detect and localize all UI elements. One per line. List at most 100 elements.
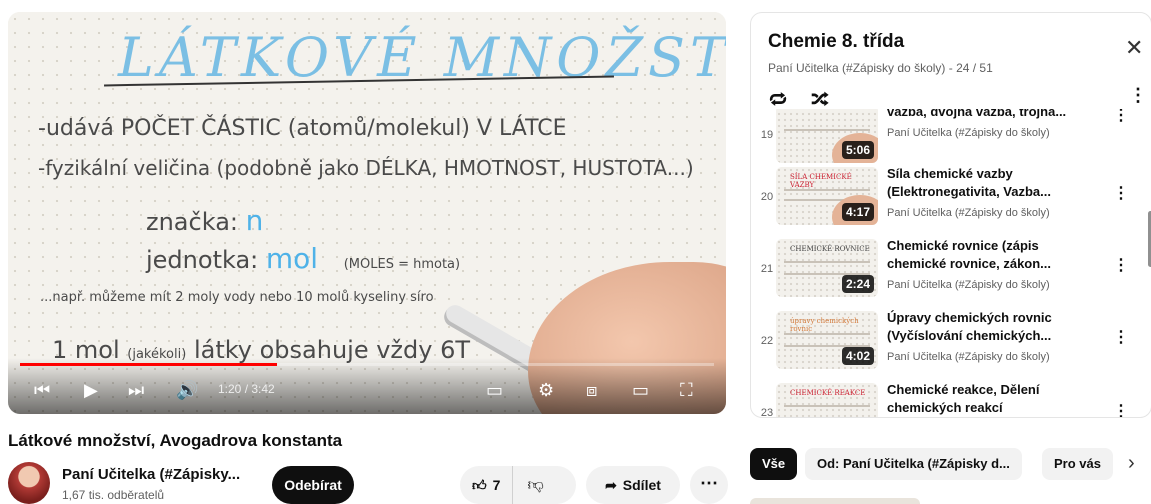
playlist-item[interactable]: 20 SÍLA CHEMICKÉ VAZBY 4:17 Síla chemick… <box>751 163 1151 235</box>
playlist-item-thumbnail[interactable]: úpravy chemických rovnic 4:02 <box>776 311 878 369</box>
board-label: značka: <box>146 208 238 236</box>
playlist-item-index: 22 <box>760 335 774 347</box>
dislike-button[interactable]: 👎︎ <box>513 476 557 495</box>
thumb-line <box>784 405 870 407</box>
playlist-item-title-line: Síla chemické vazby <box>887 166 1013 181</box>
playlist-menu-icon[interactable]: ⋮ <box>1129 85 1147 106</box>
playlist-item-channel[interactable]: Paní Učitelka (#Zápisky do školy) <box>887 207 1050 219</box>
more-vertical-icon[interactable]: ⋮ <box>1113 109 1129 125</box>
thumb-heading: CHEMICKÉ REAKCE <box>790 389 866 397</box>
playlist-item-title-line: chemické rovnice, zákon... <box>887 256 1052 271</box>
close-icon[interactable]: ✕ <box>1125 35 1143 61</box>
volume-icon[interactable]: 🔊 <box>176 379 198 401</box>
playlist-item-title[interactable]: vazba, dvojná vazba, trojná... <box>887 109 1107 121</box>
board-label: jednotka: <box>146 246 259 274</box>
playlist-item-title-line: (Vyčíslování chemických... <box>887 328 1052 343</box>
chip-all[interactable]: Vše <box>750 448 798 480</box>
previous-icon[interactable]: ⏮ <box>34 379 50 401</box>
next-icon[interactable]: ⏭ <box>128 379 144 401</box>
playlist-item[interactable]: 21 CHEMICKÉ ROVNICE 2:24 Chemické rovnic… <box>751 235 1151 307</box>
thumb-heading: úpravy chemických rovnic <box>790 317 859 333</box>
playlist-item-channel[interactable]: Paní Učitelka (#Zápisky do školy) <box>887 127 1050 139</box>
progress-fill <box>20 363 277 366</box>
playlist-item-title-line: Úpravy chemických rovnic <box>887 310 1052 325</box>
playlist-item-title-line: Chemické rovnice (zápis <box>887 238 1039 253</box>
playlist-item-index: 19 <box>760 129 774 141</box>
share-label: Sdílet <box>622 477 661 493</box>
more-vertical-icon[interactable]: ⋮ <box>1113 255 1129 275</box>
thumb-heading: SÍLA CHEMICKÉ VAZBY <box>790 173 852 189</box>
like-button[interactable]: 👍︎ 7 <box>460 466 514 504</box>
subtitles-icon[interactable]: ▭ <box>486 379 503 401</box>
playlist-item-channel[interactable]: Paní Učitelka (#Zápisky do školy) <box>887 279 1050 291</box>
playlist-item-thumbnail[interactable]: CHEMICKÉ ROVNICE 2:24 <box>776 239 878 297</box>
more-horizontal-icon: ⋯ <box>700 473 718 493</box>
chip-from-channel[interactable]: Od: Paní Učitelka (#Zápisky d... <box>805 448 1022 480</box>
board-line-unit: jednotka: mol (MOLES = hmota) <box>146 242 460 275</box>
share-button[interactable]: ➦ Sdílet <box>586 466 680 504</box>
board-value: mol <box>265 242 319 275</box>
playlist-item-title[interactable]: Chemické reakce, Dělení chemických reakc… <box>887 381 1107 417</box>
playlist-item[interactable]: 22 úpravy chemických rovnic 4:02 Úpravy … <box>751 307 1151 379</box>
thumbs-down-icon: 👎︎ <box>527 476 544 494</box>
playlist-item-title-line: Chemické reakce, Dělení <box>887 382 1040 397</box>
thumb-line <box>784 189 870 191</box>
playlist-item-thumbnail[interactable]: SÍLA CHEMICKÉ VAZBY 4:17 <box>776 167 878 225</box>
more-vertical-icon[interactable]: ⋮ <box>1113 327 1129 347</box>
like-count: 7 <box>492 477 501 493</box>
more-vertical-icon[interactable]: ⋮ <box>1113 183 1129 203</box>
playlist-subtitle: Paní Učitelka (#Zápisky do školy) - 24 /… <box>768 61 993 75</box>
playlist-item-title[interactable]: Síla chemické vazby (Elektronegativita, … <box>887 165 1107 201</box>
video-title: Látkové množství, Avogadrova konstanta <box>8 431 343 450</box>
thumbs-up-icon: 👍︎ <box>472 476 487 493</box>
board-line: ...např. můžeme mít 2 moly vody nebo 10 … <box>40 290 434 305</box>
thumb-line <box>784 261 870 263</box>
loop-icon[interactable]: 🔁︎ <box>769 85 787 112</box>
chip-for-you[interactable]: Pro vás <box>1042 448 1113 480</box>
playlist-panel: Chemie 8. třída Paní Učitelka (#Zápisky … <box>750 12 1151 418</box>
thumb-line <box>784 333 870 335</box>
recommendation-thumbnail[interactable] <box>750 498 920 504</box>
theater-mode-icon[interactable]: ▭ <box>632 379 649 401</box>
miniplayer-icon[interactable]: ⧈ <box>586 379 597 401</box>
playlist-items: 19 5:06 vazba, dvojná vazba, trojná... P… <box>751 109 1151 417</box>
playlist-item-title[interactable]: Chemické rovnice (zápis chemické rovnice… <box>887 237 1107 273</box>
duration-badge: 2:24 <box>841 275 874 293</box>
subscribe-button[interactable]: Odebírat <box>272 466 354 504</box>
player-controls <box>8 358 726 414</box>
duration-badge: 4:17 <box>841 203 874 221</box>
duration-badge: 4:02 <box>841 347 874 365</box>
settings-gear-icon[interactable]: ⚙ <box>538 379 554 401</box>
more-vertical-icon[interactable]: ⋮ <box>1113 401 1129 417</box>
more-actions-button[interactable]: ⋯ <box>690 466 728 504</box>
playlist-item-thumbnail[interactable]: CHEMICKÉ REAKCE <box>776 383 878 417</box>
chevron-right-icon[interactable]: › <box>1128 452 1135 475</box>
video-frame: LÁTKOVÉ MNOŽSTVÍ -udává POČET ČÁSTIC (at… <box>8 12 726 414</box>
time-display: 1:20 / 3:42 <box>218 382 275 396</box>
channel-avatar[interactable] <box>8 462 50 504</box>
board-line: -udává POČET ČÁSTIC (atomů/molekul) V LÁ… <box>38 116 567 141</box>
playlist-item-title[interactable]: Úpravy chemických rovnic (Vyčíslování ch… <box>887 309 1107 345</box>
playlist-item[interactable]: 23 CHEMICKÉ REAKCE Chemické reakce, Děle… <box>751 379 1151 417</box>
playlist-item-index: 21 <box>760 263 774 275</box>
share-arrow-icon: ➦ <box>605 476 617 493</box>
play-icon[interactable]: ▶ <box>84 379 98 401</box>
playlist-item-channel[interactable]: Paní Učitelka (#Zápisky do školy) <box>887 351 1050 363</box>
channel-name[interactable]: Paní Učitelka (#Zápisky... <box>62 466 240 483</box>
shuffle-icon[interactable]: 🔀︎ <box>811 85 829 112</box>
duration-badge: 5:06 <box>841 141 874 159</box>
playlist-item-index: 23 <box>760 407 774 417</box>
board-value: n <box>245 204 264 237</box>
playlist-item-title-line: (Elektronegativita, Vazba... <box>887 184 1051 199</box>
fullscreen-icon[interactable]: ⛶ <box>680 379 693 401</box>
playlist-title[interactable]: Chemie 8. třída <box>768 31 904 53</box>
board-line-symbol: značka: n <box>146 204 263 237</box>
playlist-item-thumbnail[interactable]: 5:06 <box>776 109 878 163</box>
board-note: (MOLES = hmota) <box>343 257 461 272</box>
progress-bar[interactable] <box>20 363 714 366</box>
video-player[interactable]: LÁTKOVÉ MNOŽSTVÍ -udává POČET ČÁSTIC (at… <box>8 12 726 414</box>
subscriber-count: 1,67 tis. odběratelů <box>62 488 165 502</box>
thumb-line <box>784 129 870 131</box>
board-line: -fyzikální veličina (podobně jako DÉLKA,… <box>38 156 694 180</box>
playlist-item-index: 20 <box>760 191 774 203</box>
